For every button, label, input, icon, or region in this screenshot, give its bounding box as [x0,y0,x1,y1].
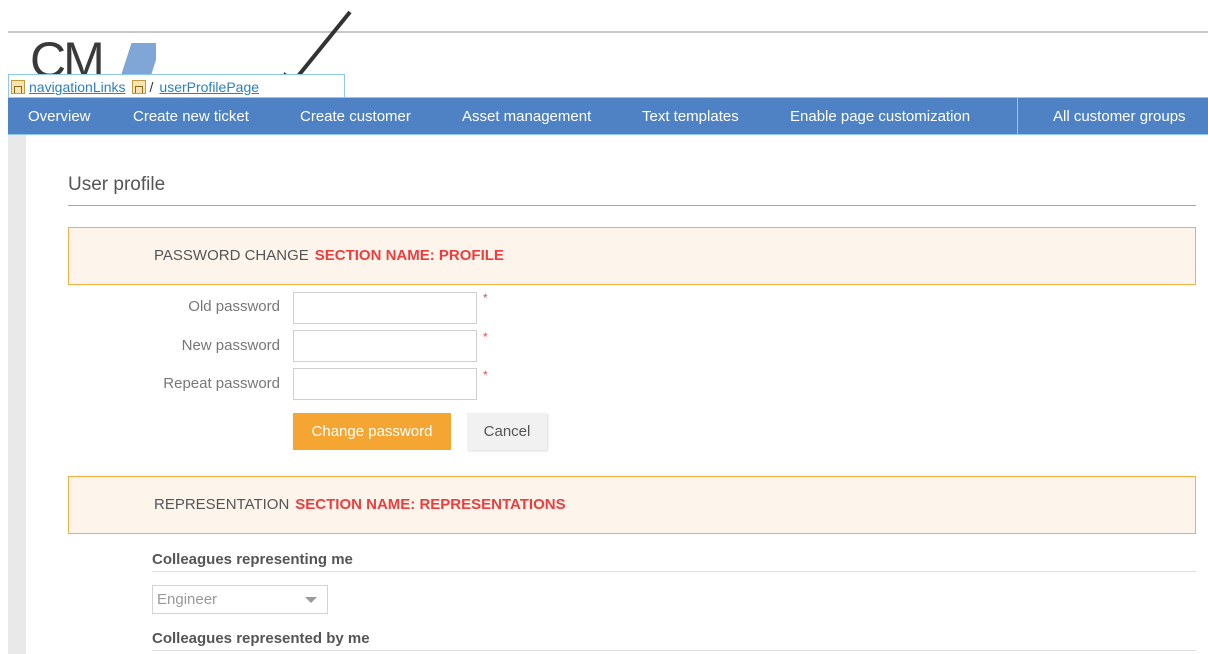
breadcrumb-link-user-profile-page[interactable]: userProfilePage [159,79,259,95]
representation-section-header: REPRESENTATION SECTION NAME: REPRESENTATI… [68,476,1196,534]
repeat-password-label: Repeat password [163,375,280,392]
required-marker: * [483,330,488,344]
page-title-rule [68,205,1196,206]
nav-item-all-customer-groups[interactable]: All customer groups [1053,98,1186,135]
left-sidebar-strip [8,135,26,654]
breadcrumb-link-navigation-links[interactable]: navigationLinks [29,79,126,95]
password-section-name: SECTION NAME: PROFILE [314,247,504,264]
header-top-rule [8,31,1208,33]
required-marker: * [483,291,488,305]
select-value: Engineer [157,591,218,608]
nav-item-overview[interactable]: Overview [28,98,91,135]
colleagues-representing-me-heading: Colleagues representing me [152,551,353,568]
section-title: REPRESENTATION SECTION NAME: REPRESENTATI… [154,496,566,513]
old-password-label: Old password [188,298,280,315]
section-title: PASSWORD CHANGE SECTION NAME: PROFILE [154,247,504,264]
colleagues-represented-by-me-heading: Colleagues represented by me [152,630,370,647]
chevron-down-icon [305,597,317,603]
password-change-title: PASSWORD CHANGE [154,247,309,264]
logo: CM [8,33,156,77]
representation-title: REPRESENTATION [154,496,290,513]
required-marker: * [483,368,488,382]
old-password-input[interactable] [293,292,477,324]
representing-me-select[interactable]: Engineer [152,585,328,614]
nav-item-text-templates[interactable]: Text templates [642,98,739,135]
breadcrumb-separator: / [149,79,154,95]
sitemap-icon [131,80,146,94]
password-change-section-header: PASSWORD CHANGE SECTION NAME: PROFILE [68,227,1196,285]
representation-section-name: SECTION NAME: REPRESENTATIONS [295,496,566,513]
change-password-button[interactable]: Change password [293,413,451,450]
cancel-button[interactable]: Cancel [467,413,547,450]
nav-item-enable-page-customization[interactable]: Enable page customization [790,98,970,135]
nav-item-create-customer[interactable]: Create customer [300,98,411,135]
nav-item-asset-management[interactable]: Asset management [462,98,591,135]
main-navigation: Overview Create new ticket Create custom… [8,97,1208,135]
new-password-label: New password [181,337,280,354]
page-title: User profile [68,174,166,195]
subsection-rule [152,571,1196,572]
nav-item-create-new-ticket[interactable]: Create new ticket [133,98,249,135]
new-password-input[interactable] [293,330,477,362]
repeat-password-input[interactable] [293,368,477,400]
nav-divider [1017,98,1018,135]
subsection-rule [152,650,1196,651]
logo-text: CM [30,33,105,77]
sitemap-icon [11,80,25,94]
logo-mark [120,43,156,77]
